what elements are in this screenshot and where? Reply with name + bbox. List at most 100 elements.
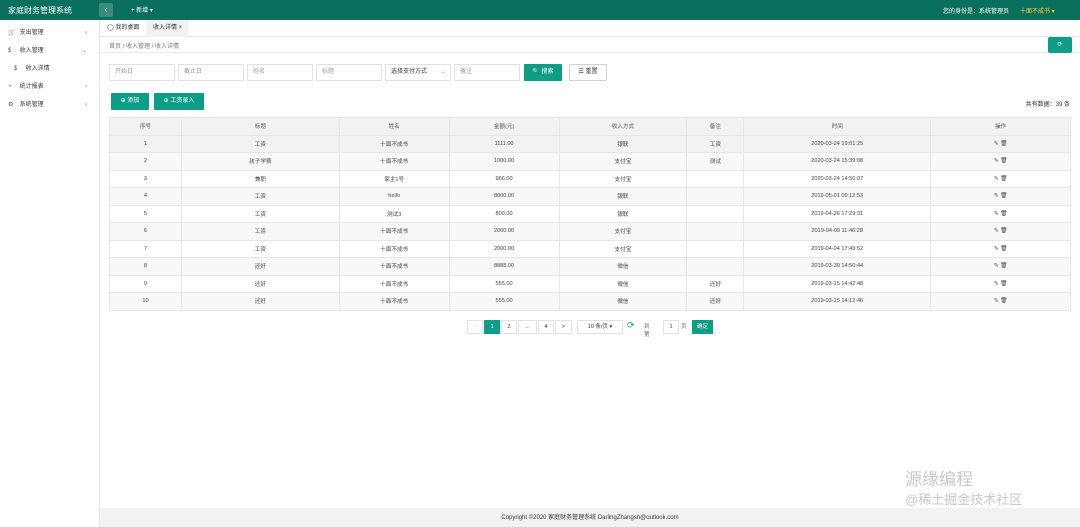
table-cell: 555.00: [448, 274, 560, 293]
page-size-select[interactable]: 10 条/页 ▾: [577, 320, 623, 334]
table-cell: 支付宝: [558, 169, 688, 188]
table-cell: 5: [109, 204, 182, 223]
breadcrumb-bar: 首页 / 收入管理 / 收入详情: [100, 37, 1080, 53]
chevron-down-icon: ⌄: [81, 48, 87, 54]
top-bar: 家庭财务管理系统 ‹ + 新增 ▾ 您的身份是：系统管理员 十面不成书 ▾: [0, 0, 1080, 20]
reset-button[interactable]: ☰ 重置: [569, 64, 607, 81]
goto-confirm-button[interactable]: 确定: [692, 320, 713, 334]
chevron-down-icon: ⌄: [440, 69, 446, 75]
row-actions[interactable]: ✎ 🗑: [930, 152, 1071, 171]
column-header: 操作: [930, 117, 1071, 136]
table-cell: 十面不成书: [338, 292, 450, 311]
row-actions[interactable]: ✎ 🗑: [930, 134, 1071, 153]
sidebar: 🛒 支出管理 › $ 收入管理 ⌄ $ 收入详情 ◔ 统计报表 › ⚙ 系统管理…: [0, 20, 100, 527]
next-page-button[interactable]: >: [555, 320, 572, 334]
table-cell: 工资: [180, 239, 340, 258]
new-menu-button[interactable]: + 新增 ▾: [131, 5, 153, 14]
sidebar-item-income[interactable]: $ 收入管理 ⌄: [0, 42, 99, 60]
start-date-input[interactable]: 开始日: [109, 64, 175, 81]
page-ellipsis: ...: [518, 320, 537, 334]
row-actions[interactable]: ✎ 🗑: [930, 257, 1071, 276]
goto-page-input[interactable]: 1: [663, 320, 679, 334]
sidebar-collapse-button[interactable]: ‹: [99, 3, 113, 17]
gear-icon: ⚙: [8, 102, 14, 108]
table-cell: 微信: [558, 292, 688, 311]
table-cell: 兼职: [180, 169, 340, 188]
table-cell: 4: [109, 187, 182, 206]
table-cell: 9: [109, 274, 182, 293]
table-cell: 2020-03-24 19:01:25: [743, 134, 932, 153]
sidebar-item-reports[interactable]: ◔ 统计报表 ›: [0, 78, 99, 96]
pie-chart-icon: ◔: [8, 84, 12, 90]
table-row: 3 兼职 家主1号 966.00 支付宝 2020-03-24 14:56:07 ✎ 🗑: [109, 169, 1071, 188]
page-2-button[interactable]: 2: [501, 320, 517, 334]
end-date-input[interactable]: 截止日: [178, 64, 244, 81]
watermark-subtitle: @稀土掘金技术社区: [905, 492, 1023, 507]
sidebar-item-label: 收入管理: [19, 48, 44, 54]
identity-label: 您的身份是：系统管理员: [943, 9, 1010, 15]
table-cell: 7: [109, 239, 182, 258]
refresh-button[interactable]: ⟳: [1048, 37, 1072, 53]
breadcrumb: 首页 / 收入管理 / 收入详情: [109, 44, 180, 50]
table-cell: 微信: [558, 257, 688, 276]
table-cell: 微信: [558, 274, 688, 293]
table-cell: 2019-05-01 09:12:53: [743, 187, 932, 206]
table-cell: 2020-03-24 14:56:07: [743, 169, 932, 188]
table-row: 7 工资 十面不成书 2000.00 支付宝 2019-04-04 17:49:52 ✎ 🗑: [109, 239, 1071, 258]
page-1-button[interactable]: 1: [484, 320, 500, 334]
table-cell: 还好: [686, 292, 745, 311]
table-cell: 1000.00: [448, 152, 560, 171]
name-input[interactable]: 姓名: [247, 64, 313, 81]
sidebar-item-expense[interactable]: 🛒 支出管理 ›: [0, 24, 99, 42]
prev-page-button[interactable]: ‹: [467, 320, 483, 334]
sidebar-item-label: 系统管理: [19, 102, 44, 108]
row-actions[interactable]: ✎ 🗑: [930, 239, 1071, 258]
tab-bar: ◯ 我的桌面 收入详情 ×: [100, 20, 1080, 37]
table-cell: 还好: [180, 292, 340, 311]
table-row: 9 还好 十面不成书 555.00 微信 还好 2019-03-15 14:42:48 ✎ 🗑: [109, 274, 1071, 293]
row-actions[interactable]: ✎ 🗑: [930, 274, 1071, 293]
tab-desktop[interactable]: ◯ 我的桌面: [100, 20, 146, 37]
table-cell: 2020-03-24 15:39:08: [743, 152, 932, 171]
table-cell: 2000.00: [448, 239, 560, 258]
table-row: 5 工资 测试3 800.00 银联 2019-04-26 17:29:31 ✎ 🗑: [109, 204, 1071, 223]
column-header: 姓名: [338, 117, 450, 136]
payment-method-select[interactable]: 选择支付方式 ⌄: [385, 64, 451, 81]
table-cell: 966.00: [448, 169, 560, 188]
salary-entry-button[interactable]: ⊕ 工资录入: [154, 93, 204, 110]
table-cell: [686, 169, 745, 188]
table-body: 1 工资 十面不成书 1111.00 银联 工资 2020-03-24 19:01:25 ✎ …: [109, 134, 1071, 311]
table-cell: 1: [109, 134, 182, 153]
table-cell: 还好: [180, 257, 340, 276]
row-actions[interactable]: ✎ 🗑: [930, 292, 1071, 311]
row-actions[interactable]: ✎ 🗑: [930, 204, 1071, 223]
tab-income-detail[interactable]: 收入详情 ×: [146, 20, 190, 37]
table-cell: 8: [109, 257, 182, 276]
sidebar-item-income-detail[interactable]: $ 收入详情: [0, 60, 99, 78]
column-header: 时间: [743, 117, 932, 136]
row-actions[interactable]: ✎ 🗑: [930, 169, 1071, 188]
chevron-right-icon: ›: [85, 84, 87, 90]
search-button[interactable]: 🔍 搜索: [524, 64, 562, 81]
watermark-title: 源缘编程: [905, 470, 973, 489]
table-cell: hello: [338, 187, 450, 206]
column-header: 标题: [180, 117, 340, 136]
table-header-row: 序号 标题 姓名 金额(元) 收入方式 备注 时间 操作: [109, 117, 1071, 136]
total-count: 共有数据：39 条: [1025, 102, 1070, 108]
remark-input[interactable]: 备注: [454, 64, 520, 81]
user-menu[interactable]: 十面不成书 ▾: [1020, 6, 1055, 15]
table-cell: 十面不成书: [338, 222, 450, 241]
table-cell: 8000.00: [448, 187, 560, 206]
table-cell: 还好: [180, 274, 340, 293]
add-button[interactable]: ⊕ 添加: [111, 93, 149, 110]
refresh-icon[interactable]: ⟳: [627, 320, 635, 331]
title-input[interactable]: 标题: [316, 64, 382, 81]
row-actions[interactable]: ✎ 🗑: [930, 187, 1071, 206]
sidebar-item-system[interactable]: ⚙ 系统管理 ›: [0, 96, 99, 114]
table-cell: 10: [109, 292, 182, 311]
table-cell: 2019-03-15 14:42:48: [743, 274, 932, 293]
column-header: 收入方式: [558, 117, 688, 136]
table-cell: 555.00: [448, 292, 560, 311]
page-4-button[interactable]: 4: [538, 320, 554, 334]
row-actions[interactable]: ✎ 🗑: [930, 222, 1071, 241]
